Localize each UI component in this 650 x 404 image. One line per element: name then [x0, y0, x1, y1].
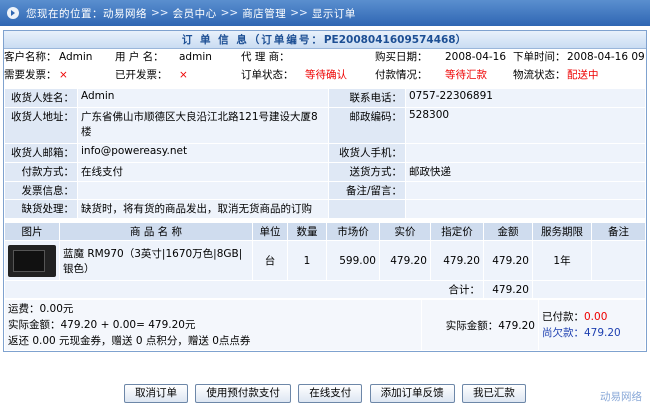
- paid-amount: 0.00: [584, 311, 608, 323]
- breadcrumb-current: 显示订单: [311, 7, 356, 20]
- rebate-text: 返还 0.00 元现金券，赠送 0 点积分，赠送 0点点券: [8, 335, 251, 347]
- remark: [405, 181, 646, 200]
- purchase-date: 2008-04-16: [445, 49, 513, 67]
- breadcrumb-separator: >>: [151, 7, 169, 19]
- order-status: 等待确认: [305, 67, 375, 85]
- receiver-address: 广东省佛山市顺德区大良沿江北路121号建设大厦8楼: [77, 107, 329, 144]
- breadcrumb-separator: >>: [220, 7, 239, 19]
- total-row: 合计： 479.20: [4, 280, 646, 299]
- actual-amount-expr: 479.20 + 0.00= 479.20元: [60, 319, 196, 331]
- receiver-zip: 528300: [405, 107, 646, 144]
- product-image[interactable]: [8, 244, 56, 277]
- breadcrumb-separator: >>: [290, 7, 308, 19]
- remitted-button[interactable]: 我已汇款: [461, 384, 526, 403]
- shipping-method: 邮政快递: [405, 162, 646, 182]
- need-invoice-value: ×: [59, 67, 115, 85]
- receiver-name: Admin: [77, 88, 329, 108]
- table-row: 蓝魔 RM970（3英寸|1670万色|8GB|银色） 台 1 599.00 4…: [4, 240, 646, 281]
- receiver-email: info@powereasy.net: [77, 143, 329, 163]
- receiver-phone: 0757-22306891: [405, 88, 646, 108]
- logistics-status: 配送中: [567, 67, 646, 85]
- home-icon: [7, 7, 19, 19]
- order-time: 2008-04-16 09:57:44: [567, 49, 646, 67]
- breadcrumb-bar: 您现在的位置：动易网络 >> 会员中心 >> 商店管理 >> 显示订单: [0, 0, 650, 26]
- payment-summary: 运费：0.00元 实际金额：479.20 + 0.00= 479.20元 返还 …: [4, 299, 646, 351]
- shortage-handling: 缺货时，将有货的商品发出，取消无货商品的订购: [77, 199, 329, 219]
- issued-invoice-value: ×: [179, 67, 241, 85]
- receiver-mobile: [405, 143, 646, 163]
- prepaid-pay-button[interactable]: 使用预付款支付: [195, 384, 291, 403]
- order-info: 客户名称： Admin 用 户 名： admin 代 理 商： 购买日期： 20…: [4, 49, 646, 85]
- footer-brand: 动易网络: [600, 391, 642, 403]
- customer-name: Admin: [59, 49, 115, 67]
- product-name[interactable]: 蓝魔 RM970（3英寸|1670万色|8GB|银色）: [59, 240, 253, 281]
- owed-amount: 479.20: [584, 327, 621, 339]
- agent: [305, 49, 375, 67]
- action-buttons: 取消订单 使用预付款支付 在线支付 添加订单反馈 我已汇款: [0, 384, 650, 403]
- invoice-info: [77, 181, 329, 200]
- freight: 0.00元: [39, 303, 74, 315]
- breadcrumb-shop[interactable]: 商店管理: [242, 6, 286, 21]
- online-pay-button[interactable]: 在线支付: [298, 384, 363, 403]
- product-table-header: 图片 商 品 名 称 单位 数量 市场价 实价 指定价 金额 服务期限 备注: [4, 222, 646, 241]
- order-panel: 订 单 信 息（订单编号： PE2008041609574468 ） 客户名称：…: [3, 30, 647, 352]
- order-header: 订 单 信 息（订单编号： PE2008041609574468 ）: [4, 31, 646, 49]
- order-number: PE2008041609574468: [323, 33, 456, 46]
- breadcrumb-location[interactable]: 您现在的位置：动易网络: [26, 6, 147, 21]
- receiver-table: 收货人姓名： Admin 联系电话： 0757-22306891 收货人地址： …: [4, 88, 646, 219]
- payment-status: 等待汇款: [445, 67, 513, 85]
- username: admin: [179, 49, 241, 67]
- total-amount: 479.20: [483, 280, 533, 299]
- cancel-order-button[interactable]: 取消订单: [124, 384, 189, 403]
- add-feedback-button[interactable]: 添加订单反馈: [369, 384, 455, 403]
- actual-amount: 479.20: [498, 319, 535, 332]
- product-table: 图片 商 品 名 称 单位 数量 市场价 实价 指定价 金额 服务期限 备注 蓝…: [4, 222, 646, 299]
- breadcrumb-member[interactable]: 会员中心: [173, 6, 217, 21]
- payment-method: 在线支付: [77, 162, 329, 182]
